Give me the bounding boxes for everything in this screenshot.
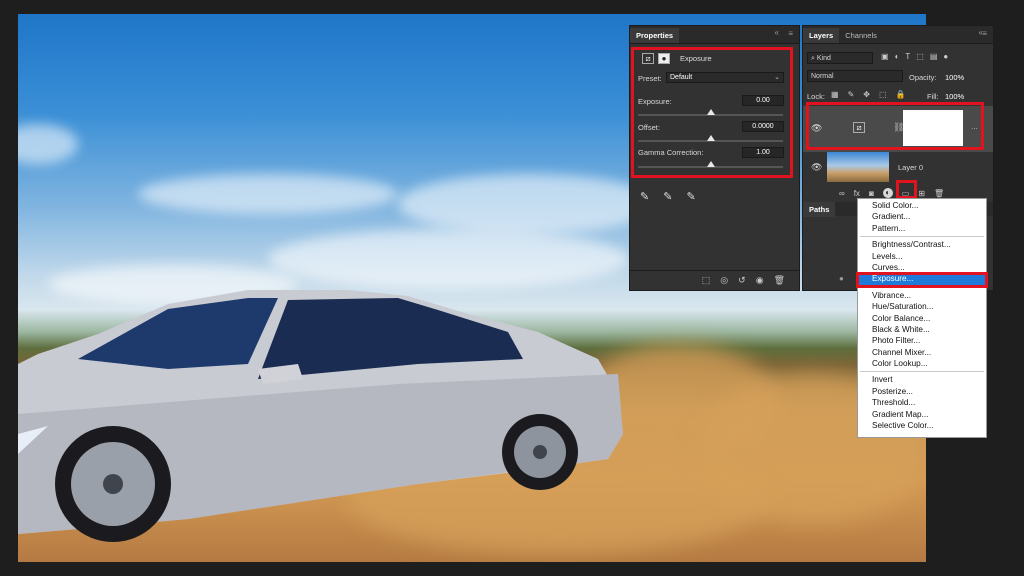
- panel-menu-icon[interactable]: ≡: [788, 29, 793, 38]
- menu-group-special: Invert Posterize... Threshold... Gradient M…: [858, 374, 986, 431]
- adjustment-button-highlight-box: [896, 180, 917, 199]
- menu-item-posterize[interactable]: Posterize...: [858, 386, 986, 397]
- clip-to-layer-icon[interactable]: ⬚: [702, 275, 711, 286]
- lock-label: Lock:: [807, 92, 825, 101]
- link-layers-icon[interactable]: ∞: [839, 189, 845, 198]
- menu-item-black-white[interactable]: Black & White...: [858, 324, 986, 335]
- blend-mode-select[interactable]: Normal: [807, 70, 903, 82]
- layers-tabbar: Layers Channels: [803, 26, 993, 44]
- black-eyedropper-icon[interactable]: ✎: [640, 190, 649, 203]
- tab-channels[interactable]: Channels: [839, 28, 883, 43]
- menu-item-levels[interactable]: Levels...: [858, 251, 986, 262]
- kind-label: Kind: [816, 55, 831, 62]
- menu-item-threshold[interactable]: Threshold...: [858, 397, 986, 408]
- properties-highlight-box: [631, 47, 793, 178]
- smart-object-filter-icon[interactable]: ▤: [930, 52, 938, 61]
- lock-all-icon[interactable]: 🔒: [896, 90, 906, 99]
- properties-footer: ⬚ ◎ ↺ ◉ 🗑: [630, 270, 799, 290]
- shape-filter-icon[interactable]: ⬚: [916, 52, 924, 61]
- menu-item-hue-saturation[interactable]: Hue/Saturation...: [858, 301, 986, 312]
- filter-icons: ▣ ◐ T ⬚ ▤ ●: [881, 52, 948, 61]
- menu-separator: [860, 371, 984, 373]
- filter-toggle-icon[interactable]: ●: [943, 52, 948, 61]
- menu-item-pattern[interactable]: Pattern...: [858, 223, 986, 234]
- menu-item-selective-color[interactable]: Selective Color...: [858, 420, 986, 431]
- reset-icon[interactable]: ↺: [738, 275, 746, 286]
- fill-label: Fill:: [927, 92, 939, 101]
- menu-group-color: Vibrance... Hue/Saturation... Color Balanc…: [858, 290, 986, 370]
- collapse-icon[interactable]: «: [775, 28, 779, 37]
- lock-pixels-icon[interactable]: ✎: [848, 90, 855, 99]
- lock-icons: ▦ ✎ ✥ ⬚ 🔒: [831, 90, 906, 99]
- layer-highlight-box: [806, 102, 984, 150]
- menu-item-solid-color[interactable]: Solid Color...: [858, 200, 986, 211]
- type-filter-icon[interactable]: T: [905, 52, 910, 61]
- layer0-name: Layer 0: [898, 163, 924, 172]
- menu-item-color-balance[interactable]: Color Balance...: [858, 313, 986, 324]
- menu-item-invert[interactable]: Invert: [858, 374, 986, 385]
- menu-item-vibrance[interactable]: Vibrance...: [858, 290, 986, 301]
- trash-icon[interactable]: 🗑: [774, 275, 785, 286]
- visibility-eye-icon[interactable]: ◉: [756, 275, 764, 286]
- view-previous-icon[interactable]: ◎: [720, 275, 728, 286]
- pixel-filter-icon[interactable]: ▣: [881, 52, 889, 61]
- adjustment-layer-icon[interactable]: ◐: [882, 188, 893, 198]
- adjustment-filter-icon[interactable]: ◐: [895, 52, 900, 61]
- tab-properties[interactable]: Properties: [630, 28, 680, 43]
- adjustment-layer-menu: Solid Color... Gradient... Pattern... Brig…: [857, 198, 987, 438]
- path-dot-icon: ●: [839, 274, 844, 283]
- fx-label[interactable]: fx: [854, 189, 860, 198]
- tab-layers[interactable]: Layers: [803, 28, 840, 43]
- exposure-menu-highlight-box: [856, 272, 988, 288]
- tab-paths[interactable]: Paths: [803, 202, 836, 217]
- layer0-thumbnail: [827, 152, 889, 182]
- opacity-value[interactable]: 100%: [945, 73, 964, 82]
- lock-artboard-icon[interactable]: ⬚: [879, 90, 887, 99]
- menu-item-channel-mixer[interactable]: Channel Mixer...: [858, 347, 986, 358]
- eye-icon[interactable]: 👁: [811, 162, 822, 173]
- add-mask-icon[interactable]: ◙: [869, 189, 874, 198]
- panel-menu-icon[interactable]: ≡: [982, 29, 987, 38]
- menu-item-gradient-map[interactable]: Gradient Map...: [858, 409, 986, 420]
- lock-transparent-icon[interactable]: ▦: [831, 90, 839, 99]
- menu-item-color-lookup[interactable]: Color Lookup...: [858, 358, 986, 369]
- menu-group-fill: Solid Color... Gradient... Pattern...: [858, 200, 986, 234]
- menu-item-photo-filter[interactable]: Photo Filter...: [858, 335, 986, 346]
- kind-filter-select[interactable]: ⌕ Kind: [807, 52, 873, 64]
- blend-mode-value: Normal: [811, 73, 834, 80]
- eyedropper-group: ✎ ✎ ✎: [640, 190, 696, 203]
- new-layer-icon[interactable]: ⊞: [918, 189, 925, 198]
- lock-position-icon[interactable]: ✥: [863, 90, 870, 99]
- menu-item-gradient[interactable]: Gradient...: [858, 211, 986, 222]
- opacity-label: Opacity:: [909, 73, 937, 82]
- menu-item-brightness-contrast[interactable]: Brightness/Contrast...: [858, 239, 986, 250]
- menu-separator: [860, 236, 984, 238]
- delete-layer-icon[interactable]: 🗑: [934, 189, 944, 198]
- fill-value[interactable]: 100%: [945, 92, 964, 101]
- gray-eyedropper-icon[interactable]: ✎: [663, 190, 672, 203]
- white-eyedropper-icon[interactable]: ✎: [686, 190, 695, 203]
